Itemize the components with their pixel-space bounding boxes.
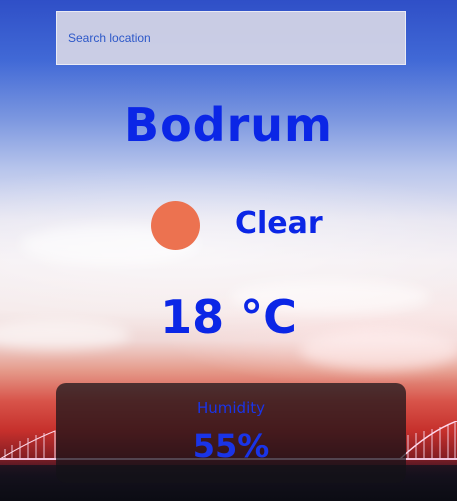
humidity-value: 55% [192, 427, 270, 465]
condition-label: Clear [235, 206, 323, 241]
condition-row: Clear [0, 200, 457, 252]
sun-icon [151, 201, 200, 250]
temperature-readout: 18 °C [160, 290, 297, 344]
search-location-input[interactable] [56, 11, 406, 65]
city-name: Bodrum [124, 98, 333, 152]
humidity-label: Humidity [196, 399, 265, 417]
humidity-card: Humidity 55% [56, 383, 406, 483]
